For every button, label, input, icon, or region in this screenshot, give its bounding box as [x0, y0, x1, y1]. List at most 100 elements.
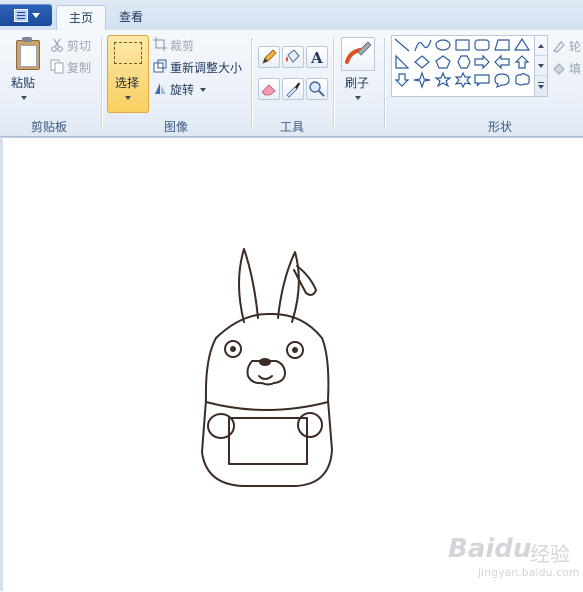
tab-home[interactable]: 主页	[56, 5, 107, 31]
shapes-gallery-grid	[394, 37, 531, 89]
five-point-star-shape-icon	[434, 71, 452, 88]
paste-paper-icon	[20, 45, 37, 67]
shapes-gallery[interactable]	[391, 35, 535, 97]
chevron-down-icon	[355, 96, 361, 100]
hexagon-shape-icon	[457, 55, 471, 69]
chevron-down-icon	[21, 96, 27, 100]
chevron-down-icon	[538, 64, 544, 68]
brush-icon	[345, 41, 372, 64]
select-button[interactable]: 选择	[107, 35, 149, 113]
four-point-star-shape-icon	[413, 71, 431, 89]
left-arrow-shape-icon	[494, 54, 510, 70]
expand-bar-icon	[538, 82, 544, 83]
rotate-button[interactable]: 旋转	[152, 80, 212, 98]
chevron-down-icon	[125, 96, 131, 100]
fill-button[interactable]: 填	[552, 60, 583, 78]
fill-tool[interactable]	[282, 46, 304, 68]
brushes-label: 刷子	[345, 76, 370, 90]
ribbon-tab-strip: 主页 查看	[0, 0, 583, 31]
chevron-down-icon	[32, 13, 40, 18]
svg-text:A: A	[310, 49, 323, 67]
paste-button[interactable]: 粘贴	[4, 32, 44, 108]
file-menu-button[interactable]	[0, 4, 52, 26]
group-divider	[101, 38, 102, 128]
curve-shape-icon	[414, 39, 432, 52]
pentagon-shape-icon	[435, 55, 451, 69]
tools-group-label: 工具	[280, 120, 305, 134]
eraser-tool[interactable]	[258, 78, 280, 100]
copy-icon	[50, 59, 64, 74]
crop-icon	[153, 37, 167, 51]
rotate-label: 旋转	[170, 83, 195, 97]
up-arrow-shape-icon	[514, 55, 530, 69]
resize-button[interactable]: 重新调整大小	[152, 58, 248, 76]
copy-label: 复制	[67, 61, 92, 75]
sign-board	[228, 417, 308, 465]
rounded-callout-shape-icon	[474, 74, 490, 87]
cut-label: 剪切	[67, 39, 92, 53]
paste-label: 粘贴	[11, 76, 36, 90]
belly-line	[205, 401, 329, 411]
mouth	[258, 375, 273, 380]
group-divider	[384, 38, 385, 128]
cut-button[interactable]: 剪切	[48, 36, 96, 54]
outline-label: 轮	[569, 40, 582, 54]
gallery-expand[interactable]	[535, 76, 547, 95]
watermark-url: jingyan.baidu.com	[478, 566, 580, 579]
left-hand	[207, 413, 235, 439]
file-menu-icon	[14, 9, 28, 22]
fill-bucket-icon	[286, 49, 300, 63]
resize-label: 重新调整大小	[170, 61, 243, 75]
chevron-down-icon	[538, 85, 544, 89]
tab-view[interactable]: 查看	[107, 5, 155, 30]
shapes-group-label: 形状	[488, 120, 513, 134]
text-icon: A	[310, 49, 323, 67]
left-ear	[238, 248, 259, 323]
nose	[259, 358, 271, 366]
magnifier-tool[interactable]	[306, 78, 328, 100]
color-picker-icon	[286, 82, 300, 98]
oval-callout-shape-icon	[494, 73, 510, 89]
cloud-callout-shape-icon	[515, 72, 530, 86]
crop-button[interactable]: 裁剪	[152, 36, 212, 54]
select-label: 选择	[115, 76, 140, 90]
copy-button[interactable]: 复制	[48, 58, 96, 76]
diamond-shape-icon	[414, 55, 430, 69]
fill-label: 填	[569, 62, 582, 76]
watermark-brand: Baidu	[448, 534, 532, 564]
down-arrow-shape-icon	[394, 73, 410, 87]
right-arrow-shape-icon	[474, 54, 490, 70]
shape-fill-icon	[553, 63, 565, 75]
eraser-icon	[261, 84, 276, 96]
text-tool[interactable]: A	[306, 46, 328, 68]
right-pupil	[292, 347, 298, 353]
rounded-rectangle-shape-icon	[474, 39, 490, 51]
line-shape-icon	[394, 38, 410, 52]
color-picker-tool[interactable]	[282, 78, 304, 100]
selection-marquee-icon	[114, 42, 142, 64]
crop-label: 裁剪	[170, 39, 195, 53]
chevron-down-icon	[200, 88, 206, 92]
triangle-shape-icon	[513, 37, 531, 51]
group-divider	[333, 38, 334, 128]
gallery-scroll-down[interactable]	[535, 56, 547, 76]
shapes-gallery-scroller[interactable]	[534, 35, 548, 97]
rabbit-drawing	[201, 248, 333, 487]
chevron-up-icon	[538, 44, 544, 48]
resize-icon	[153, 59, 167, 73]
polygon-shape-icon	[494, 39, 510, 51]
gallery-scroll-up[interactable]	[535, 36, 547, 56]
pencil-tool[interactable]	[258, 46, 280, 68]
ribbon: 粘贴 剪切 复制 剪贴板 选择 裁剪 重新调整大小 旋转 图像 A 工具 刷子 …	[0, 30, 583, 137]
magnifier-icon	[309, 81, 325, 97]
outline-button[interactable]: 轮	[552, 38, 583, 56]
rotate-icon	[155, 83, 166, 94]
clipboard-group-label: 剪贴板	[31, 120, 68, 134]
six-point-star-shape-icon	[454, 71, 472, 89]
right-ear	[277, 251, 300, 323]
body-outline	[201, 312, 333, 487]
tag-ring	[293, 265, 317, 296]
outline-icon	[553, 41, 565, 53]
oval-shape-icon	[435, 39, 451, 51]
brush-preview	[341, 37, 375, 71]
